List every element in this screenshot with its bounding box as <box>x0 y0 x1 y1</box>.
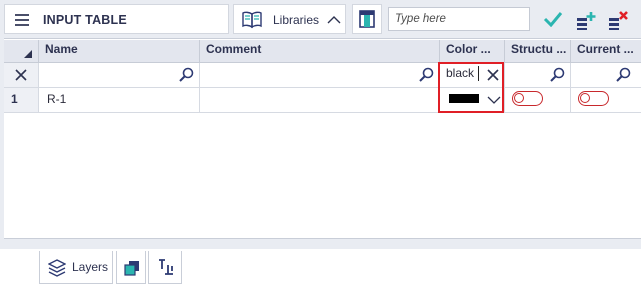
toggle-knob <box>580 93 590 103</box>
search-icon[interactable] <box>178 67 194 86</box>
menu-button[interactable]: INPUT TABLE <box>4 4 229 34</box>
search-icon[interactable] <box>615 67 631 86</box>
cell-comment[interactable] <box>199 88 439 112</box>
window-title: INPUT TABLE <box>43 13 127 27</box>
tab-layers-label: Layers <box>72 260 109 274</box>
add-row-button[interactable] <box>572 4 602 34</box>
corner-select-all[interactable] <box>4 40 38 62</box>
align-icon <box>157 258 175 279</box>
row-number[interactable]: 1 <box>4 88 38 112</box>
row-number-label: 1 <box>11 92 18 106</box>
delete-row-button[interactable] <box>604 4 634 34</box>
column-select-icon <box>359 10 375 31</box>
current-toggle[interactable] <box>578 91 609 106</box>
filter-current[interactable] <box>570 63 641 87</box>
confirm-icon <box>543 11 563 30</box>
book-icon <box>241 11 263 32</box>
chevron-up-icon[interactable] <box>327 14 341 28</box>
structural-toggle[interactable] <box>512 91 543 106</box>
menu-icon <box>15 14 29 26</box>
grid-header: Name Comment Color ... Structu ... Curre… <box>4 40 641 63</box>
sort-triangle-icon <box>24 50 32 58</box>
libraries-button[interactable]: Libraries <box>233 4 346 34</box>
filter-name[interactable] <box>38 63 199 87</box>
filter-row <box>4 63 641 88</box>
add-row-icon <box>576 9 598 34</box>
libraries-label: Libraries <box>273 13 320 27</box>
column-header-structural[interactable]: Structu ... <box>504 40 570 62</box>
table-row[interactable]: 1 R-1 <box>4 88 641 113</box>
search-icon[interactable] <box>549 67 565 86</box>
toolbar: INPUT TABLE Libraries <box>0 0 641 39</box>
tab-alignment[interactable] <box>148 251 182 284</box>
layers-icon <box>47 259 67 280</box>
column-header-name[interactable]: Name <box>38 40 199 62</box>
column-select-button[interactable] <box>352 4 382 34</box>
cube-icon <box>123 259 141 280</box>
tab-objects[interactable] <box>116 251 146 284</box>
toggle-knob <box>514 93 524 103</box>
filter-structural[interactable] <box>504 63 570 87</box>
column-header-color[interactable]: Color ... <box>439 40 504 62</box>
color-filter-highlight <box>438 62 504 113</box>
confirm-button[interactable] <box>538 4 568 34</box>
filter-comment[interactable] <box>199 63 439 87</box>
column-header-current[interactable]: Current ... <box>570 40 641 62</box>
clear-filters-button[interactable] <box>4 63 38 87</box>
grid-empty-area <box>4 113 641 238</box>
close-icon <box>15 69 27 84</box>
column-header-comment[interactable]: Comment <box>199 40 439 62</box>
cell-name[interactable]: R-1 <box>38 88 199 112</box>
search-icon[interactable] <box>418 67 434 86</box>
search-input[interactable] <box>388 7 530 31</box>
delete-row-icon <box>608 9 630 34</box>
name-value: R-1 <box>47 92 67 106</box>
bottom-tab-bar: Layers <box>0 249 641 290</box>
tab-layers[interactable]: Layers <box>39 251 113 284</box>
